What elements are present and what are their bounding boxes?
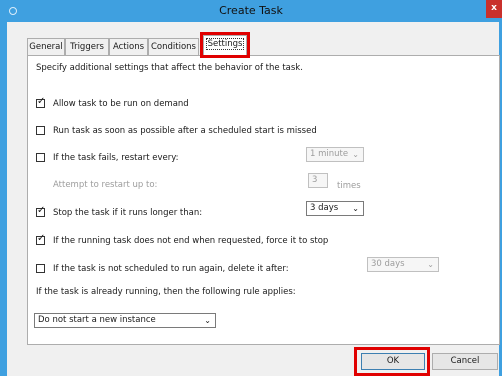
chevron-down-icon: ⌄ bbox=[352, 204, 359, 213]
ok-button[interactable]: OK bbox=[361, 353, 425, 370]
stop-duration-dropdown[interactable]: 3 days ⌄ bbox=[306, 201, 364, 216]
create-task-dialog: Create Task x General Triggers Actions C… bbox=[0, 0, 502, 376]
run-asap-label: Run task as soon as possible after a sch… bbox=[53, 126, 317, 136]
title-bar: Create Task x bbox=[0, 0, 502, 22]
restart-attempts-input[interactable]: 3 bbox=[308, 173, 328, 188]
restart-attempts-unit: times bbox=[337, 181, 361, 191]
run-asap-checkbox[interactable] bbox=[36, 126, 45, 135]
restart-if-fails-checkbox[interactable] bbox=[36, 153, 45, 162]
tab-actions[interactable]: Actions bbox=[109, 38, 148, 55]
rule-label: If the task is already running, then the… bbox=[36, 287, 296, 297]
tab-triggers[interactable]: Triggers bbox=[65, 38, 109, 55]
rule-value: Do not start a new instance bbox=[38, 315, 156, 325]
delete-after-label: If the task is not scheduled to run agai… bbox=[53, 264, 289, 274]
settings-description: Specify additional settings that affect … bbox=[36, 63, 303, 73]
stop-if-longer-checkbox[interactable] bbox=[36, 205, 45, 217]
restart-interval-dropdown[interactable]: 1 minute ⌄ bbox=[306, 147, 364, 162]
delete-after-value: 30 days bbox=[371, 259, 405, 269]
allow-on-demand-checkbox[interactable] bbox=[36, 96, 45, 108]
window-title: Create Task bbox=[219, 4, 283, 17]
allow-on-demand-label: Allow task to be run on demand bbox=[53, 99, 189, 109]
chevron-down-icon: ⌄ bbox=[204, 316, 211, 325]
tab-settings-label: Settings bbox=[205, 38, 245, 50]
rule-dropdown[interactable]: Do not start a new instance ⌄ bbox=[34, 313, 216, 328]
stop-if-longer-label: Stop the task if it runs longer than: bbox=[53, 208, 203, 218]
chevron-down-icon: ⌄ bbox=[352, 150, 359, 159]
restart-attempts-label: Attempt to restart up to: bbox=[53, 180, 158, 190]
delete-after-checkbox[interactable] bbox=[36, 264, 45, 273]
restart-if-fails-label: If the task fails, restart every: bbox=[53, 153, 179, 163]
tab-general[interactable]: General bbox=[27, 38, 65, 55]
force-stop-label: If the running task does not end when re… bbox=[53, 236, 329, 246]
stop-duration-value: 3 days bbox=[310, 203, 339, 213]
close-button[interactable]: x bbox=[486, 0, 502, 18]
tab-conditions[interactable]: Conditions bbox=[148, 38, 199, 55]
window-border-left bbox=[0, 22, 7, 376]
delete-after-dropdown[interactable]: 30 days ⌄ bbox=[367, 257, 439, 272]
force-stop-checkbox[interactable] bbox=[36, 233, 45, 245]
cancel-button[interactable]: Cancel bbox=[432, 353, 498, 370]
restart-interval-value: 1 minute bbox=[310, 149, 349, 159]
tab-settings[interactable]: Settings bbox=[203, 35, 247, 56]
chevron-down-icon: ⌄ bbox=[427, 260, 434, 269]
